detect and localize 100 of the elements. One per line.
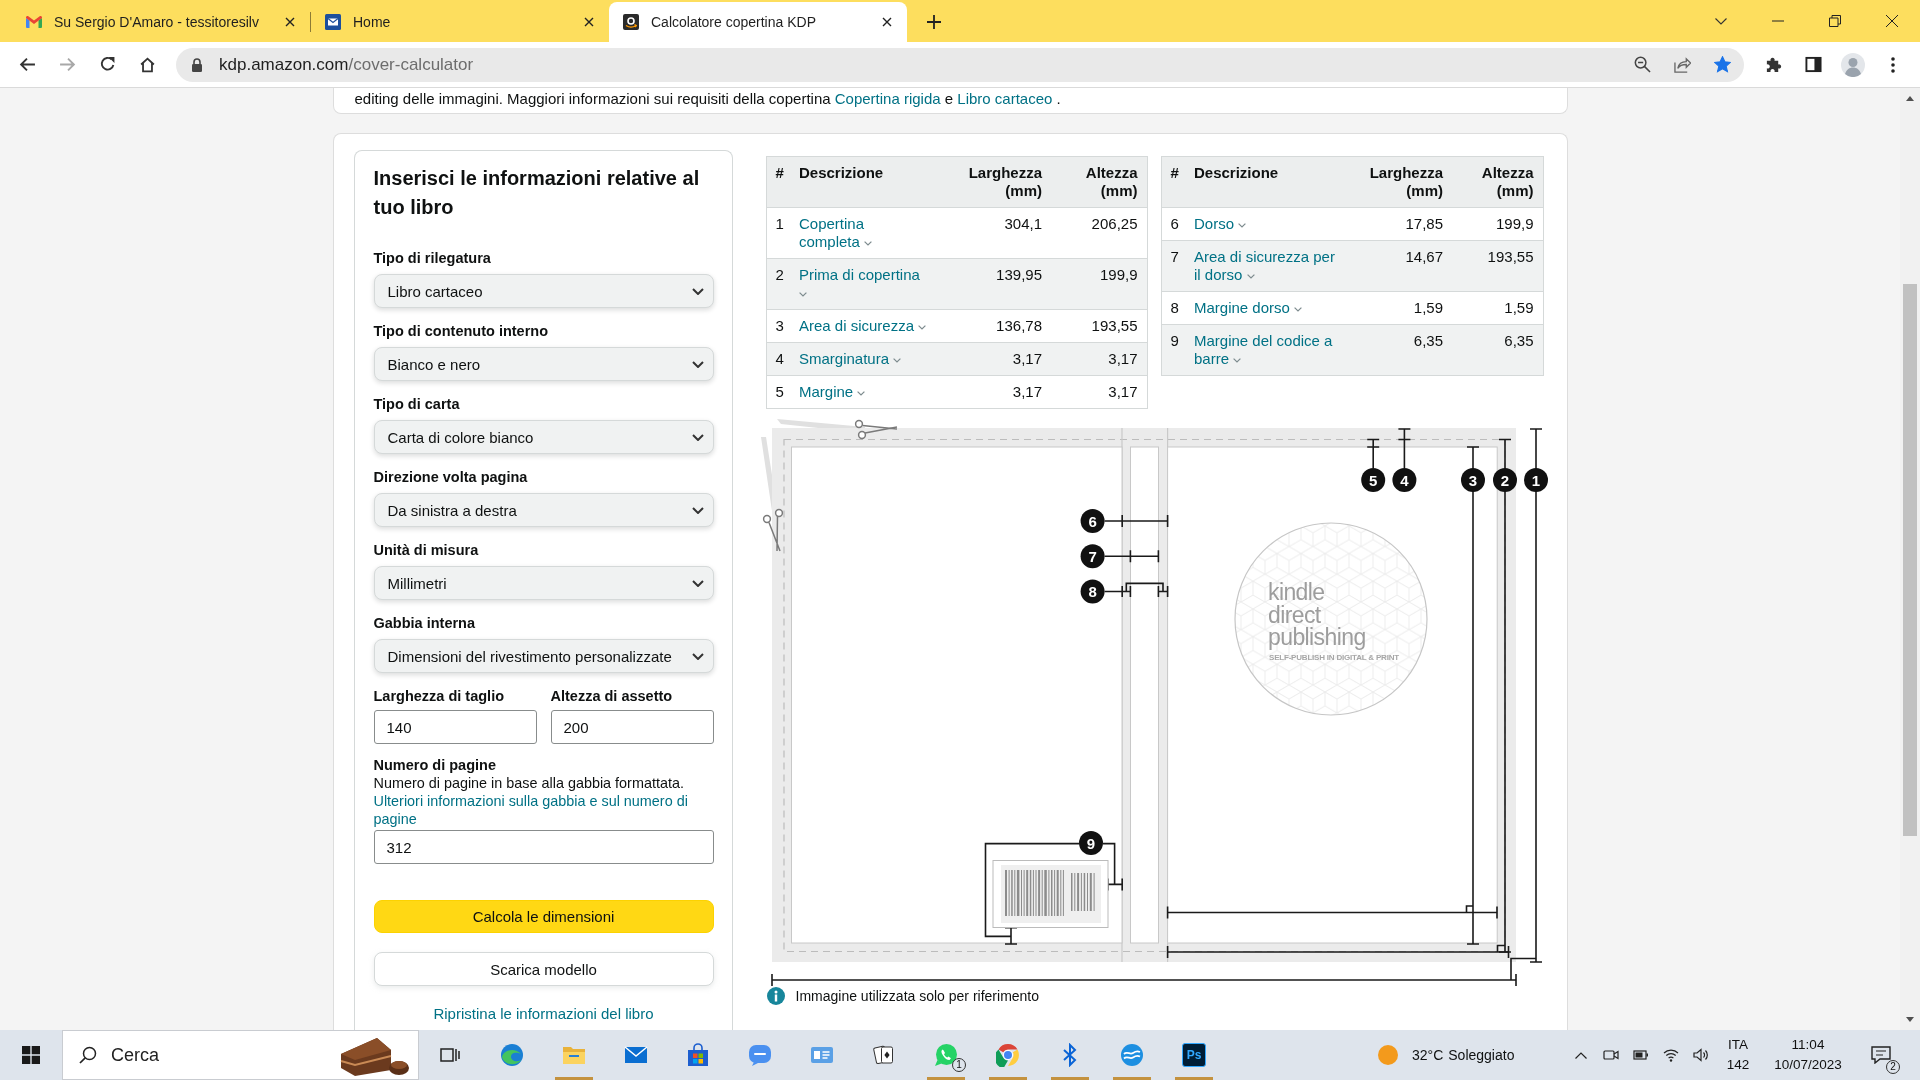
chevron-up-icon[interactable] [1575, 1051, 1587, 1059]
intro-text: editing delle immagini. Maggiori informazioni sui requisiti della copertina Copertina rigida e Libro cartaceo . [354, 90, 1061, 108]
select-field[interactable]: Millimetri [373, 566, 714, 600]
weather-condition: Soleggiato [1448, 1047, 1515, 1063]
close-icon[interactable] [1885, 15, 1898, 27]
playing-cards-icon[interactable] [872, 1043, 896, 1067]
dimension-line [1365, 438, 1380, 469]
reload-icon[interactable] [98, 56, 116, 73]
shopping-bag-icon[interactable] [686, 1043, 710, 1067]
text-link[interactable]: Copertina rigida [834, 90, 941, 107]
side-panel-icon[interactable] [1804, 56, 1822, 73]
table-cell: 1,59 [1348, 291, 1451, 325]
more-menu-icon[interactable] [1891, 56, 1895, 73]
close-icon[interactable] [882, 17, 892, 27]
input-field[interactable]: 140 [373, 710, 537, 744]
tricolor-circle-icon[interactable] [996, 1043, 1020, 1067]
window-logo-icon[interactable] [22, 1046, 40, 1064]
star-icon[interactable] [1713, 56, 1731, 73]
notification-icon[interactable] [1871, 1046, 1891, 1064]
table-cell: 14,67 [1348, 240, 1451, 292]
clock-time[interactable]: 11:04 [1791, 1035, 1825, 1055]
language-code[interactable]: ITA [1728, 1035, 1748, 1055]
table-cell: 199,9 [1050, 258, 1147, 310]
phone-bubble-icon[interactable] [934, 1043, 958, 1067]
chevron-down-icon [691, 287, 704, 295]
text-link[interactable]: Libro cartaceo [957, 90, 1053, 107]
select-field[interactable]: Bianco e nero [373, 347, 714, 381]
column-header: Descrizione [799, 156, 936, 208]
zoom-out-icon[interactable] [1633, 56, 1651, 73]
puzzle-icon[interactable] [1764, 56, 1782, 73]
browser-tab[interactable]: Home [311, 2, 609, 42]
description-link[interactable]: Margine del codice a barre [1194, 332, 1340, 368]
table-cell: 2 [766, 258, 799, 310]
description-link[interactable]: Copertina completa [799, 215, 928, 251]
field-label: Gabbia interna [373, 614, 476, 632]
chevron-down-icon [691, 506, 704, 514]
table-cell: 17,85 [1348, 207, 1451, 241]
avatar-icon[interactable] [1841, 52, 1865, 77]
description-link[interactable]: Area di sicurezza [799, 317, 928, 335]
plus-icon[interactable] [927, 15, 941, 29]
help-link[interactable]: Ulteriori informazioni sulla gabbia e sul numero di pagine [373, 792, 714, 828]
table-cell: 1 [766, 207, 799, 259]
volume-icon[interactable] [1693, 1047, 1709, 1063]
select-field[interactable]: Dimensioni del rivestimento personalizzate [373, 639, 714, 673]
address-bar[interactable]: kdp.amazon.com/cover-calculator [176, 47, 1744, 82]
field-label: Tipo di carta [373, 395, 460, 413]
download-button[interactable]: Scarica modello [373, 952, 714, 986]
description-link[interactable]: Dorso [1194, 215, 1340, 233]
close-icon[interactable] [584, 17, 594, 27]
home-icon[interactable] [138, 56, 156, 73]
table-cell: 6,35 [1451, 324, 1543, 376]
wave-circle-icon[interactable] [1120, 1043, 1144, 1067]
column-header: # [1161, 156, 1194, 208]
table-cell: 5 [766, 375, 799, 409]
description-link[interactable]: Prima di copertina [799, 266, 928, 302]
scroll-up-icon[interactable] [1906, 96, 1914, 101]
input-field[interactable]: 312 [373, 830, 714, 864]
description-link[interactable]: Margine dorso [1194, 299, 1340, 317]
select-field[interactable]: Libro cartaceo [373, 274, 714, 308]
back-icon[interactable] [18, 56, 36, 73]
scrollbar-thumb[interactable] [1903, 284, 1917, 836]
swirl-icon[interactable] [500, 1043, 524, 1067]
battery-icon[interactable] [1633, 1047, 1649, 1063]
field-label: Numero di pagine [373, 756, 496, 774]
description-link[interactable]: Smarginatura [799, 350, 928, 368]
callout-marker: 5 [1360, 468, 1385, 492]
lock-icon [191, 57, 203, 72]
table-cell: 193,55 [1451, 240, 1543, 292]
select-field[interactable]: Da sinistra a destra [373, 493, 714, 527]
browser-tab[interactable]: Su Sergio D'Amaro - tessitoresilv [12, 2, 310, 42]
description-link[interactable]: Area di sicurezza per il dorso [1194, 248, 1340, 284]
browser-tab[interactable]: Calcolatore copertina KDP [609, 2, 907, 42]
share-icon[interactable] [1673, 56, 1691, 73]
callout-marker: 3 [1460, 468, 1485, 492]
restore-icon[interactable] [1828, 15, 1841, 27]
reset-link[interactable]: Ripristina le informazioni del libro [433, 1005, 654, 1023]
calculate-button[interactable]: Calcola le dimensioni [373, 900, 714, 933]
select-field[interactable]: Carta di colore bianco [373, 420, 714, 454]
table-cell: 7 [1161, 240, 1194, 292]
chat-bubble-icon[interactable] [748, 1043, 772, 1067]
description-link[interactable]: Margine [799, 383, 928, 401]
scroll-down-icon[interactable] [1906, 1017, 1914, 1022]
caption-text: Immagine utilizzata solo per riferimento [795, 987, 1040, 1005]
table-cell: 8 [1161, 291, 1194, 325]
clock-date[interactable]: 10/07/2023 [1774, 1055, 1842, 1075]
info-icon [766, 987, 785, 1005]
keyboard-layout[interactable]: 142 [1726, 1055, 1750, 1075]
chevron-down-icon [691, 433, 704, 441]
column-header: Descrizione [1194, 156, 1348, 208]
notification-badge: 1 [952, 1058, 966, 1072]
dimension-line [1103, 549, 1159, 564]
search-input[interactable]: Cerca [111, 1044, 291, 1066]
chevron-down-icon[interactable] [1714, 17, 1727, 25]
field-label: Altezza di assetto [550, 687, 673, 705]
field-label: Direzione volta pagina [373, 468, 528, 486]
input-field[interactable]: 200 [550, 710, 714, 744]
close-icon[interactable] [285, 17, 295, 27]
camera-icon[interactable] [1603, 1047, 1619, 1063]
wifi-icon[interactable] [1663, 1047, 1679, 1063]
photo-editor-icon[interactable]: Ps [1182, 1043, 1206, 1067]
